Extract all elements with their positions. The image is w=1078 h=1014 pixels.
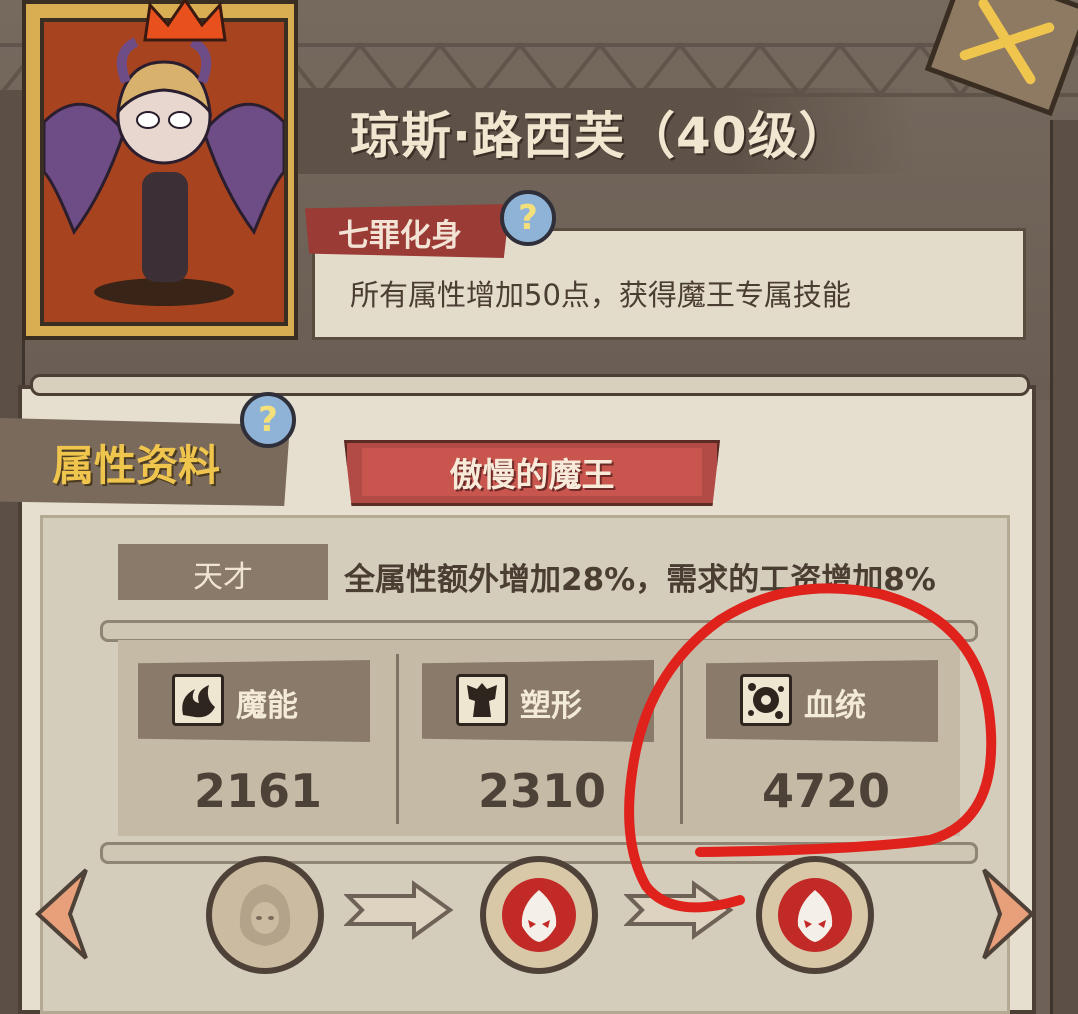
talent-label: 天才: [193, 560, 253, 595]
character-portrait-frame: [22, 0, 298, 340]
bloodline-icon: [740, 674, 792, 726]
close-button[interactable]: [900, 0, 1078, 120]
trait-name: 七罪化身: [338, 218, 462, 254]
stat-magic-power: 魔能 2161: [120, 644, 380, 828]
magic-power-icon: [172, 674, 224, 726]
attributes-help-button[interactable]: ?: [240, 392, 296, 448]
stat-value: 2310: [477, 764, 607, 818]
stat-physique: 塑形 2310: [404, 644, 664, 828]
stat-name: 魔能: [236, 688, 298, 724]
character-portrait: [40, 18, 288, 326]
stage-arrow: [344, 880, 454, 940]
demon-mask-icon: [502, 878, 576, 952]
crown-icon: [143, 0, 227, 42]
right-rail: [1050, 120, 1078, 1014]
stage-arrow: [624, 880, 734, 940]
stat-bloodline: 血统 4720: [688, 644, 948, 828]
character-name: 琼斯·路西芙（40级）: [350, 107, 850, 165]
stat-divider: [680, 654, 683, 824]
stat-value: 2161: [193, 764, 323, 818]
class-name: 傲慢的魔王: [449, 455, 615, 494]
stat-name: 血统: [804, 688, 866, 724]
demon-character-icon: [44, 22, 284, 322]
previous-arrow-button[interactable]: [30, 866, 90, 962]
trait-description: 所有属性增加50点，获得魔王专属技能: [350, 278, 851, 312]
evolution-stage-3[interactable]: [756, 856, 874, 974]
trait-help-button[interactable]: ?: [500, 190, 556, 246]
next-arrow-button[interactable]: [980, 866, 1040, 962]
stat-divider: [396, 654, 399, 824]
evolution-stage-2[interactable]: [480, 856, 598, 974]
section-title: 属性资料: [52, 441, 221, 490]
talent-description: 全属性额外增加28%，需求的工资增加8%: [344, 562, 936, 598]
physique-icon: [456, 674, 508, 726]
stat-name: 塑形: [520, 688, 582, 724]
panel-top-scroll: [30, 374, 1030, 396]
stats-top-bar: [100, 620, 978, 642]
evolution-stage-1[interactable]: [206, 856, 324, 974]
hooded-figure-icon: [239, 884, 291, 946]
demon-mask-icon: [778, 878, 852, 952]
stat-value: 4720: [761, 764, 891, 818]
